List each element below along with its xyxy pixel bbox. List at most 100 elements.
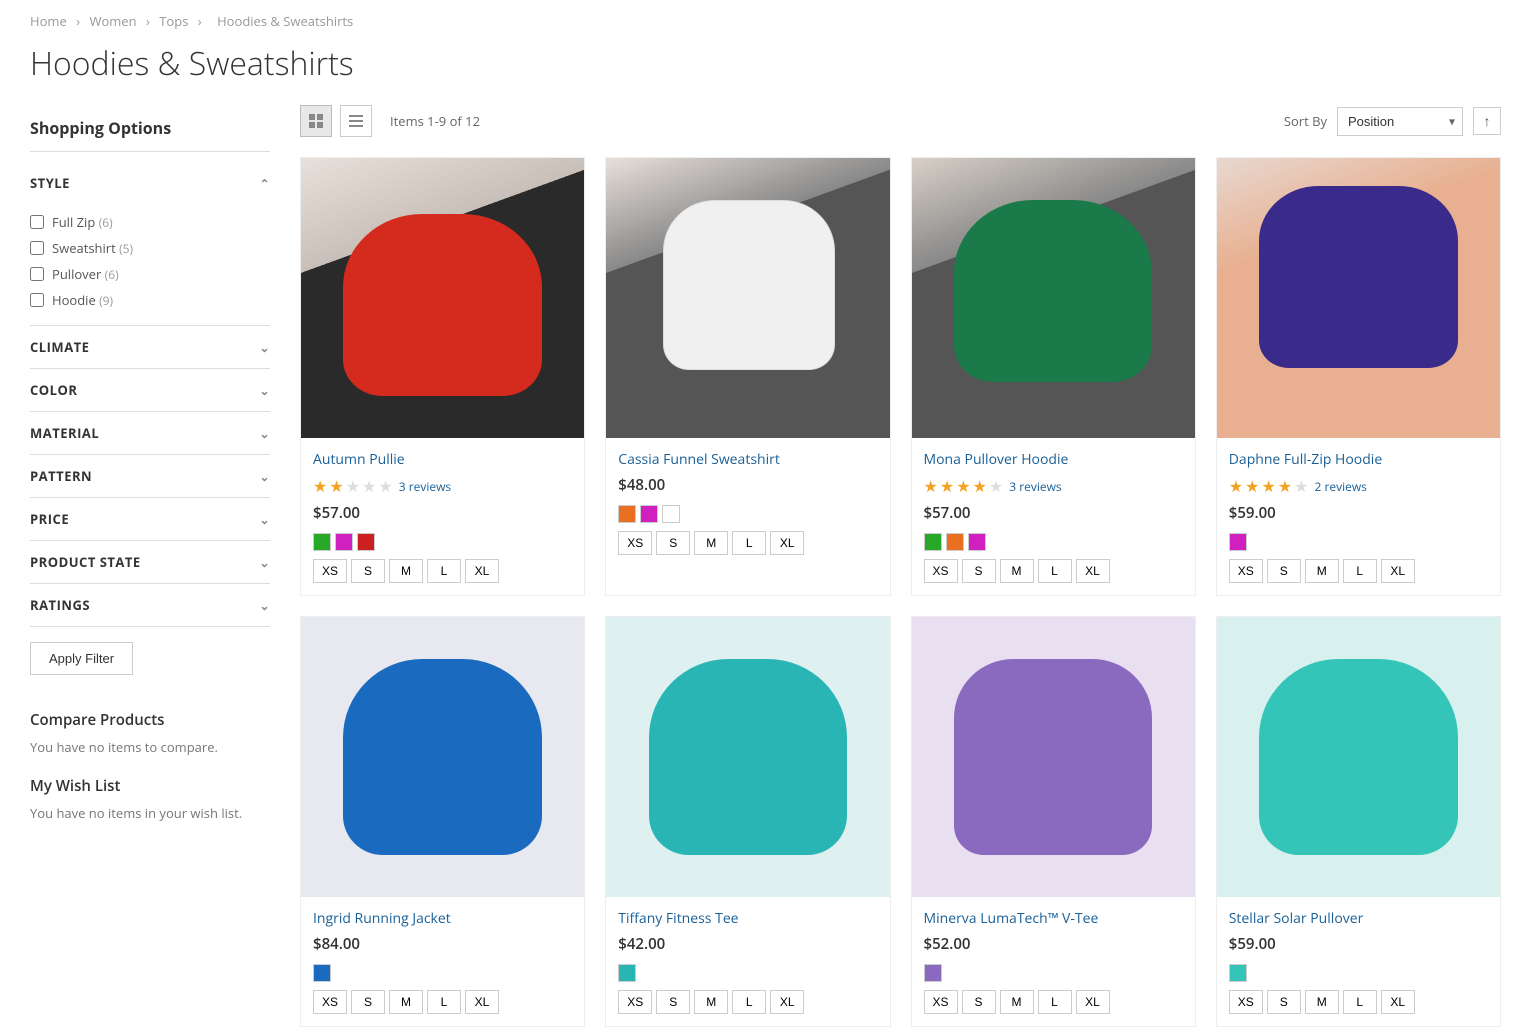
size-xs-6[interactable]: XS (618, 990, 652, 1014)
style-hoodie-checkbox[interactable] (30, 293, 44, 307)
size-m-4[interactable]: M (1305, 559, 1339, 583)
swatch-magenta-3[interactable] (968, 533, 986, 551)
product-image-8 (1217, 617, 1500, 897)
swatch-teal-6[interactable] (618, 964, 636, 982)
breadcrumb-home[interactable]: Home (30, 12, 67, 30)
star-3-5: ★ (989, 475, 1003, 497)
sort-select[interactable]: Position Product Name Price (1337, 107, 1463, 136)
size-m-1[interactable]: M (389, 559, 423, 583)
swatch-green-1[interactable] (313, 533, 331, 551)
list-view-button[interactable] (340, 105, 372, 137)
swatch-teal2-8[interactable] (1229, 964, 1247, 982)
swatch-magenta-2[interactable] (640, 505, 658, 523)
product-name-3[interactable]: Mona Pullover Hoodie (924, 450, 1183, 469)
size-l-7[interactable]: L (1038, 990, 1072, 1014)
product-card-1[interactable]: Autumn Pullie ★ ★ ★ ★ ★ 3 reviews $57.00 (300, 157, 585, 596)
size-m-5[interactable]: M (389, 990, 423, 1014)
size-s-2[interactable]: S (656, 531, 690, 555)
size-xl-2[interactable]: XL (770, 531, 804, 555)
size-l-8[interactable]: L (1343, 990, 1377, 1014)
swatch-orange-3[interactable] (946, 533, 964, 551)
size-m-3[interactable]: M (1000, 559, 1034, 583)
size-m-6[interactable]: M (694, 990, 728, 1014)
size-xs-4[interactable]: XS (1229, 559, 1263, 583)
size-l-3[interactable]: L (1038, 559, 1072, 583)
style-fullzip-checkbox[interactable] (30, 215, 44, 229)
size-buttons-8: XS S M L XL (1229, 990, 1488, 1014)
product-name-7[interactable]: Minerva LumaTech™ V-Tee (924, 909, 1183, 928)
product-card-8[interactable]: Stellar Solar Pullover $59.00 XS S M L X… (1216, 616, 1501, 1027)
size-s-7[interactable]: S (962, 990, 996, 1014)
style-pullover-checkbox[interactable] (30, 267, 44, 281)
size-xs-7[interactable]: XS (924, 990, 958, 1014)
size-m-2[interactable]: M (694, 531, 728, 555)
product-card-3[interactable]: Mona Pullover Hoodie ★ ★ ★ ★ ★ 3 reviews… (911, 157, 1196, 596)
product-card-5[interactable]: Ingrid Running Jacket $84.00 XS S M L XL (300, 616, 585, 1027)
filter-color-header[interactable]: COLOR ⌄ (30, 369, 270, 411)
product-card-6[interactable]: Tiffany Fitness Tee $42.00 XS S M L XL (605, 616, 890, 1027)
swatch-white-2[interactable] (662, 505, 680, 523)
product-name-2[interactable]: Cassia Funnel Sweatshirt (618, 450, 877, 469)
style-sweatshirt-label[interactable]: Sweatshirt (5) (52, 239, 133, 257)
sort-asc-button[interactable]: ↑ (1473, 107, 1501, 135)
style-fullzip-label[interactable]: Full Zip (6) (52, 213, 113, 231)
style-hoodie-label[interactable]: Hoodie (9) (52, 291, 113, 309)
filter-style-header[interactable]: STYLE ⌃ (30, 162, 270, 204)
filter-pattern-header[interactable]: PATTERN ⌄ (30, 455, 270, 497)
size-s-1[interactable]: S (351, 559, 385, 583)
size-xs-3[interactable]: XS (924, 559, 958, 583)
size-xl-3[interactable]: XL (1076, 559, 1110, 583)
size-l-2[interactable]: L (732, 531, 766, 555)
grid-view-button[interactable] (300, 105, 332, 137)
filter-price-header[interactable]: PRICE ⌄ (30, 498, 270, 540)
breadcrumb-tops[interactable]: Tops (159, 12, 188, 30)
review-link-4[interactable]: 2 reviews (1314, 478, 1366, 495)
swatch-green-3[interactable] (924, 533, 942, 551)
product-name-5[interactable]: Ingrid Running Jacket (313, 909, 572, 928)
swatch-purple-7[interactable] (924, 964, 942, 982)
product-name-6[interactable]: Tiffany Fitness Tee (618, 909, 877, 928)
product-card-4[interactable]: Daphne Full-Zip Hoodie ★ ★ ★ ★ ★ 2 revie… (1216, 157, 1501, 596)
filter-product-state-header[interactable]: PRODUCT STATE ⌄ (30, 541, 270, 583)
size-m-7[interactable]: M (1000, 990, 1034, 1014)
size-l-6[interactable]: L (732, 990, 766, 1014)
swatch-blue-5[interactable] (313, 964, 331, 982)
size-s-4[interactable]: S (1267, 559, 1301, 583)
review-link-1[interactable]: 3 reviews (399, 478, 451, 495)
style-sweatshirt-checkbox[interactable] (30, 241, 44, 255)
size-s-3[interactable]: S (962, 559, 996, 583)
size-xs-8[interactable]: XS (1229, 990, 1263, 1014)
size-xl-4[interactable]: XL (1381, 559, 1415, 583)
size-l-5[interactable]: L (427, 990, 461, 1014)
product-name-4[interactable]: Daphne Full-Zip Hoodie (1229, 450, 1488, 469)
swatch-magenta-4[interactable] (1229, 533, 1247, 551)
size-l-1[interactable]: L (427, 559, 461, 583)
size-s-8[interactable]: S (1267, 990, 1301, 1014)
filter-ratings-header[interactable]: RATINGS ⌄ (30, 584, 270, 626)
size-xl-5[interactable]: XL (465, 990, 499, 1014)
size-xs-5[interactable]: XS (313, 990, 347, 1014)
size-xl-6[interactable]: XL (770, 990, 804, 1014)
size-xl-1[interactable]: XL (465, 559, 499, 583)
filter-climate-header[interactable]: CLIMATE ⌄ (30, 326, 270, 368)
swatch-orange-2[interactable] (618, 505, 636, 523)
size-l-4[interactable]: L (1343, 559, 1377, 583)
size-xl-8[interactable]: XL (1381, 990, 1415, 1014)
size-xs-2[interactable]: XS (618, 531, 652, 555)
product-name-8[interactable]: Stellar Solar Pullover (1229, 909, 1488, 928)
size-s-6[interactable]: S (656, 990, 690, 1014)
size-s-5[interactable]: S (351, 990, 385, 1014)
apply-filter-button[interactable]: Apply Filter (30, 642, 133, 675)
product-card-7[interactable]: Minerva LumaTech™ V-Tee $52.00 XS S M L … (911, 616, 1196, 1027)
style-pullover-label[interactable]: Pullover (6) (52, 265, 119, 283)
size-xs-1[interactable]: XS (313, 559, 347, 583)
swatch-red-1[interactable] (357, 533, 375, 551)
breadcrumb-women[interactable]: Women (89, 12, 136, 30)
size-xl-7[interactable]: XL (1076, 990, 1110, 1014)
product-name-1[interactable]: Autumn Pullie (313, 450, 572, 469)
swatch-magenta-1[interactable] (335, 533, 353, 551)
review-link-3[interactable]: 3 reviews (1009, 478, 1061, 495)
filter-material-header[interactable]: MATERIAL ⌄ (30, 412, 270, 454)
product-card-2[interactable]: Cassia Funnel Sweatshirt $48.00 XS S M L… (605, 157, 890, 596)
size-m-8[interactable]: M (1305, 990, 1339, 1014)
